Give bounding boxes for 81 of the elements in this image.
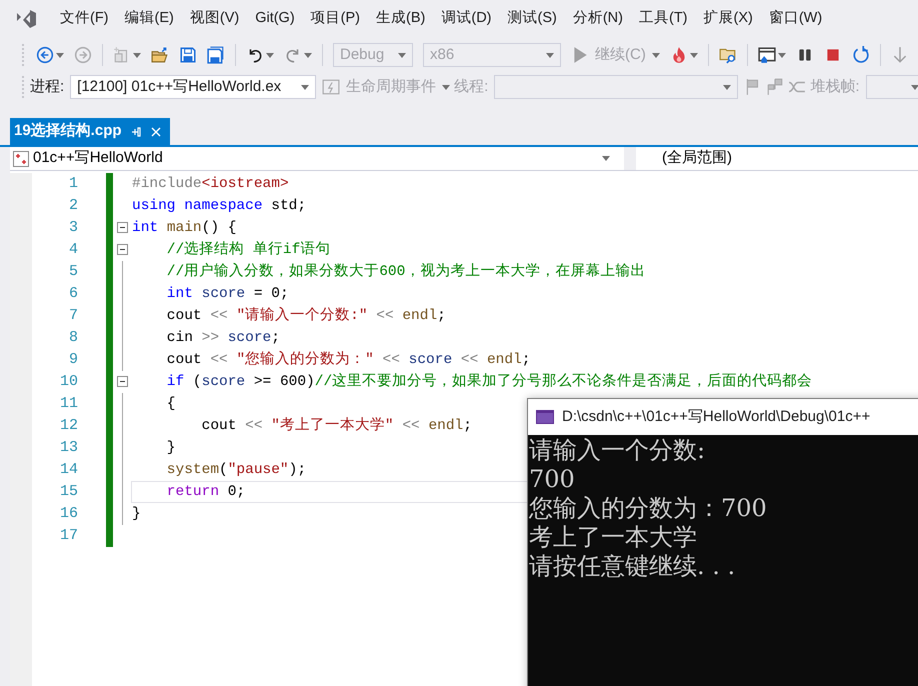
- collapse-icon[interactable]: [117, 244, 128, 255]
- folder-search-icon: [718, 46, 737, 64]
- project-dropdown[interactable]: 01c++写HelloWorld: [10, 147, 624, 170]
- code-line: using namespace std;: [132, 197, 306, 216]
- line-number: 9: [68, 350, 78, 370]
- console-line: 考上了一本大学: [528, 523, 697, 552]
- menu-item[interactable]: 项目(P): [302, 6, 368, 32]
- toolbar-label: 堆栈帧:: [809, 76, 861, 97]
- window-home-icon: [758, 46, 776, 64]
- menu-item[interactable]: 文件(F): [52, 6, 117, 32]
- code-line: }: [166, 439, 176, 458]
- line-number: 11: [58, 394, 78, 414]
- line-number: 12: [58, 416, 78, 436]
- console-line: 请按任意键继续. . .: [528, 552, 736, 581]
- line-number: 13: [58, 438, 78, 458]
- code-line: cout << "您输入的分数为：" << score << endl;: [166, 350, 530, 370]
- code-line: //用户输入分数，如果分数大于600，视为考上一本大学，在屏幕上输出: [166, 262, 646, 282]
- line-number: 5: [68, 262, 78, 282]
- collapse-icon[interactable]: [117, 222, 128, 233]
- pin-icon: [130, 126, 142, 138]
- menu-item[interactable]: 视图(V): [182, 6, 248, 32]
- code-line: int score = 0;: [166, 285, 289, 304]
- project-icon: [13, 150, 29, 166]
- menu-item[interactable]: 分析(N): [564, 6, 631, 32]
- menu-item[interactable]: 窗口(W): [760, 6, 830, 32]
- line-number: 2: [68, 196, 78, 216]
- code-line: cout << "考上了一本大学" << endl;: [200, 416, 472, 436]
- code-line: //选择结构 单行if语句: [166, 240, 330, 260]
- line-number: 16: [58, 504, 78, 524]
- line-number: 10: [58, 372, 78, 392]
- close-icon: [150, 126, 162, 138]
- lightning-box-icon: [322, 78, 340, 96]
- flags-icon: [766, 78, 784, 96]
- scope-dropdown[interactable]: (全局范围): [636, 147, 918, 170]
- code-line: }: [132, 505, 141, 524]
- code-line: if (score >= 600)//这里不要加分号，如果加了分号那么不论条件是否满足，后面的代码都会: [166, 372, 812, 392]
- caret-icon: [602, 156, 610, 161]
- caret-icon: [546, 52, 554, 58]
- line-number: 1: [68, 174, 78, 194]
- menu-item[interactable]: 生成(B): [368, 6, 434, 32]
- console-line: 请输入一个分数:: [528, 436, 706, 465]
- line-number: 17: [58, 526, 78, 546]
- restart-icon: [852, 46, 870, 64]
- menu-item[interactable]: 编辑(E): [116, 6, 182, 32]
- forward-icon: [74, 46, 92, 64]
- code-line: system("pause");: [166, 461, 306, 480]
- code-line: cin >> score;: [166, 329, 280, 348]
- line-number: 3: [68, 218, 78, 238]
- code-line: {: [166, 395, 176, 414]
- toolbar-label: 线程:: [453, 76, 490, 97]
- menu-item[interactable]: 扩展(X): [696, 6, 761, 32]
- menu-item[interactable]: Git(G): [247, 6, 303, 32]
- caret-icon: [723, 84, 732, 90]
- menu-item[interactable]: 调试(D): [433, 6, 500, 32]
- caret-icon: [398, 52, 406, 58]
- console-line: 您输入的分数为：700: [528, 494, 767, 523]
- menu-item[interactable]: 测试(S): [500, 6, 565, 32]
- code-line: int main() {: [132, 219, 236, 238]
- line-number: 14: [58, 460, 78, 480]
- toolbar-label: 进程:: [29, 76, 66, 97]
- document-tab[interactable]: 19选择结构.cpp: [10, 118, 170, 145]
- save-all-icon: [207, 46, 225, 64]
- line-number: 8: [68, 328, 78, 348]
- console-line: 700: [528, 465, 575, 494]
- code-line: return 0;: [166, 483, 246, 502]
- line-number: 7: [68, 306, 78, 326]
- code-line: cout << "请输入一个分数:" << endl;: [166, 306, 446, 326]
- folder-icon: [151, 46, 169, 64]
- dropdown-field[interactable]: [12100] 01c++写HelloWorld.ex: [70, 75, 316, 99]
- console-app-icon: [536, 410, 554, 424]
- back-icon: [36, 46, 54, 64]
- code-line: #include<iostream>: [132, 175, 289, 194]
- console-title: D:\csdn\c++\01c++写HelloWorld\Debug\01c++: [562, 406, 870, 427]
- line-number: 6: [68, 284, 78, 304]
- caret-icon: [301, 84, 310, 90]
- line-number: 15: [58, 482, 78, 502]
- line-number: 4: [68, 240, 78, 260]
- caret-icon: [910, 84, 918, 90]
- menu-item[interactable]: 工具(T): [630, 6, 696, 32]
- save-icon: [179, 46, 197, 64]
- collapse-icon[interactable]: [117, 376, 128, 387]
